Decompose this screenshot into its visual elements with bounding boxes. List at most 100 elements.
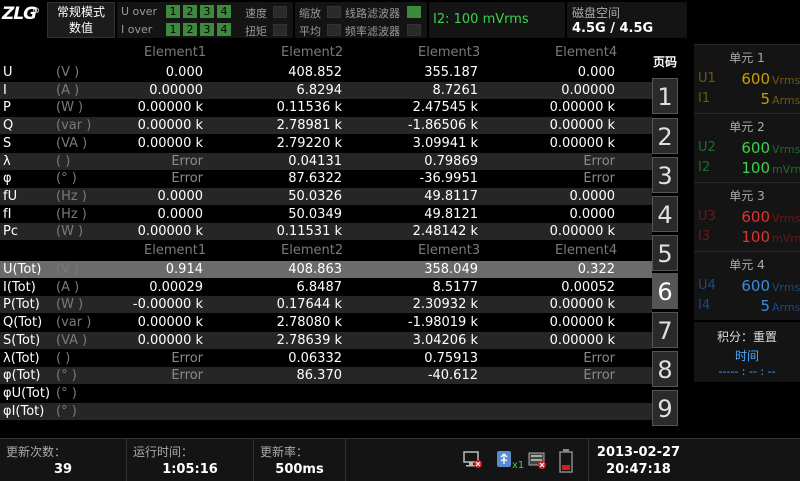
current-range-unit: Arms (772, 301, 800, 314)
unit-box-3[interactable]: 单元 3 U3 600Vrms I3 100mVrms (694, 182, 800, 251)
voltage-range-value: 600 (741, 277, 770, 295)
element-header-3: Element3 (418, 45, 481, 60)
row-unit: (var ) (56, 118, 92, 134)
row-name: S (3, 135, 12, 151)
datetime-cell: 2013-02-27 20:47:18 (588, 439, 688, 481)
cell-element-2: 0.11536 k (276, 100, 342, 116)
table-row[interactable]: U(Tot) (V ) 0.914 408.863 358.049 0.322 (0, 261, 652, 278)
cell-element-3: 0.79869 (424, 153, 478, 169)
page-button-1[interactable]: 1 (652, 78, 678, 114)
page-button-9[interactable]: 9 (652, 390, 678, 426)
table-row[interactable]: Q (var ) 0.00000 k 2.78981 k -1.86506 k 0.000… (0, 117, 652, 135)
current-range-value: 100 (741, 228, 770, 246)
update-rate-cell[interactable]: 更新率： 500ms (254, 439, 346, 481)
table-row[interactable]: I(Tot) (A ) 0.00029 6.8487 8.5177 0.00052 (0, 278, 652, 296)
cell-element-3: -1.98019 k (407, 315, 478, 331)
measurement-table: Element1 Element2 Element3 Element4 U (V ) 0.0… (0, 42, 652, 420)
element-header-1: Element1 (144, 243, 207, 258)
element-header-3: Element3 (418, 243, 481, 258)
current-channel-name: I2 (698, 160, 711, 175)
freq-filter-indicator (407, 24, 421, 36)
page-button-4[interactable]: 4 (652, 196, 678, 232)
logo-registered-mark: ® (32, 6, 40, 15)
cell-element-2: 0.17644 k (276, 297, 342, 313)
mode-button[interactable]: 常规模式 数值 (47, 2, 115, 38)
brand-logo: ZLG ® (2, 4, 46, 36)
cell-element-1: 0.00000 k (137, 100, 203, 116)
row-name: λ(Tot) (3, 350, 40, 366)
row-unit: (VA ) (56, 135, 88, 151)
table-row[interactable]: P (W ) 0.00000 k 0.11536 k 2.47545 k 0.00000 … (0, 99, 652, 117)
voltage-channel-name: U2 (698, 140, 716, 155)
u-over-3: 3 (200, 5, 214, 18)
row-name: I(Tot) (3, 279, 36, 295)
cell-element-4: 0.00000 k (549, 135, 615, 151)
cell-element-2: 0.11531 k (276, 224, 342, 240)
voltage-channel-name: U4 (698, 278, 716, 293)
table-row[interactable]: Q(Tot) (var ) 0.00000 k 2.78080 k -1.98019 k… (0, 314, 652, 332)
page-label: 页码 (653, 55, 678, 69)
cell-element-3: -40.612 (427, 368, 478, 384)
average-flag-indicator (327, 24, 341, 36)
unit-box-1[interactable]: 单元 1 U1 600 Vrms I1 5 Arms (694, 44, 800, 113)
date-value: 2013-02-27 (596, 445, 681, 460)
cell-element-3: -36.9951 (419, 171, 478, 187)
row-unit: (° ) (56, 385, 77, 401)
unit-box-4[interactable]: 单元 4 U4 600 Vrms I4 5 Arms (694, 251, 800, 320)
table-row[interactable]: fU (Hz ) 0.0000 50.0326 49.8117 0.0000 (0, 187, 652, 205)
cell-element-1: 0.0000 (157, 206, 204, 222)
table-row[interactable]: φU(Tot) (° ) (0, 384, 652, 402)
row-unit: (A ) (56, 279, 80, 295)
page-button-8[interactable]: 8 (652, 351, 678, 387)
table-row[interactable]: φI(Tot) (° ) (0, 402, 652, 420)
cell-element-4: 0.00000 k (549, 315, 615, 331)
status-bar: 更新次数： 39 运行时间： 1:05:16 更新率： 500ms x1 201… (0, 438, 800, 481)
page-button-5[interactable]: 5 (652, 235, 678, 271)
table-row[interactable]: φ (° ) Error 87.6322 -36.9951 Error (0, 170, 652, 188)
current-range-unit: mVrms (772, 232, 800, 245)
table-row[interactable]: λ ( ) Error 0.04131 0.79869 Error (0, 152, 652, 170)
table-row[interactable]: S (VA ) 0.00000 k 2.79220 k 3.09941 k 0.00000… (0, 134, 652, 152)
cell-element-2: 2.79220 k (276, 135, 342, 151)
integration-panel: 积分：重置 时间 ----- : -- : -- (694, 322, 800, 382)
cell-element-2: 86.370 (296, 368, 343, 384)
page-button-3[interactable]: 3 (652, 157, 678, 193)
voltage-range-value: 600 (741, 139, 770, 157)
current-range-text: I2: 100 mVrms (433, 12, 529, 27)
current-range-unit: Arms (772, 94, 800, 107)
table-row[interactable]: P(Tot) (W ) -0.00000 k 0.17644 k 2.30932 k 0.… (0, 296, 652, 314)
page-button-6[interactable]: 6 (652, 273, 678, 309)
page-button-7[interactable]: 7 (652, 312, 678, 348)
table-row[interactable]: λ(Tot) ( ) Error 0.06332 0.75913 Error (0, 349, 652, 367)
row-unit: (W ) (56, 100, 84, 116)
table-row[interactable]: S(Tot) (VA ) 0.00000 k 2.78639 k 3.04206 k 0.… (0, 331, 652, 349)
table-row[interactable]: U (V ) 0.000 408.852 355.187 0.000 (0, 64, 652, 81)
cell-element-1: 0.0000 (157, 188, 204, 204)
current-range-value: 100 (741, 159, 770, 177)
cell-element-4: 0.00000 k (549, 100, 615, 116)
cell-element-2: 87.6322 (288, 171, 342, 187)
table-row[interactable]: Pc (W ) 0.00000 k 0.11531 k 2.48142 k 0.00000… (0, 223, 652, 241)
table-row[interactable]: I (A ) 0.00000 6.8294 8.7261 0.00000 (0, 81, 652, 99)
unit-box-2[interactable]: 单元 2 U2 600Vrms I2 100mVrms (694, 113, 800, 182)
voltage-range-value: 600 (741, 70, 770, 88)
u-over-1: 1 (166, 5, 180, 18)
range-display: I2: 100 mVrms (429, 2, 565, 38)
cell-element-4: Error (583, 350, 615, 366)
voltage-channel-name: U1 (698, 71, 716, 86)
row-unit: (Hz ) (56, 188, 87, 204)
battery-icon (559, 449, 573, 473)
speed-flag-indicator (273, 6, 287, 18)
cell-element-2: 6.8294 (296, 82, 343, 98)
cell-element-2: 0.04131 (288, 153, 342, 169)
u-over-4: 4 (217, 5, 231, 18)
table-row[interactable]: fI (Hz ) 0.0000 50.0349 49.8121 0.0000 (0, 205, 652, 223)
update-rate-value: 500ms (275, 462, 324, 477)
current-range-unit: mVrms (772, 163, 800, 176)
table-row[interactable]: φ(Tot) (° ) Error 86.370 -40.612 Error (0, 367, 652, 385)
row-name: fI (3, 206, 12, 222)
voltage-range-unit: Vrms (772, 74, 800, 87)
cell-element-4: 0.0000 (569, 206, 616, 222)
run-time-label: 运行时间： (133, 445, 194, 459)
page-button-2[interactable]: 2 (652, 118, 678, 154)
